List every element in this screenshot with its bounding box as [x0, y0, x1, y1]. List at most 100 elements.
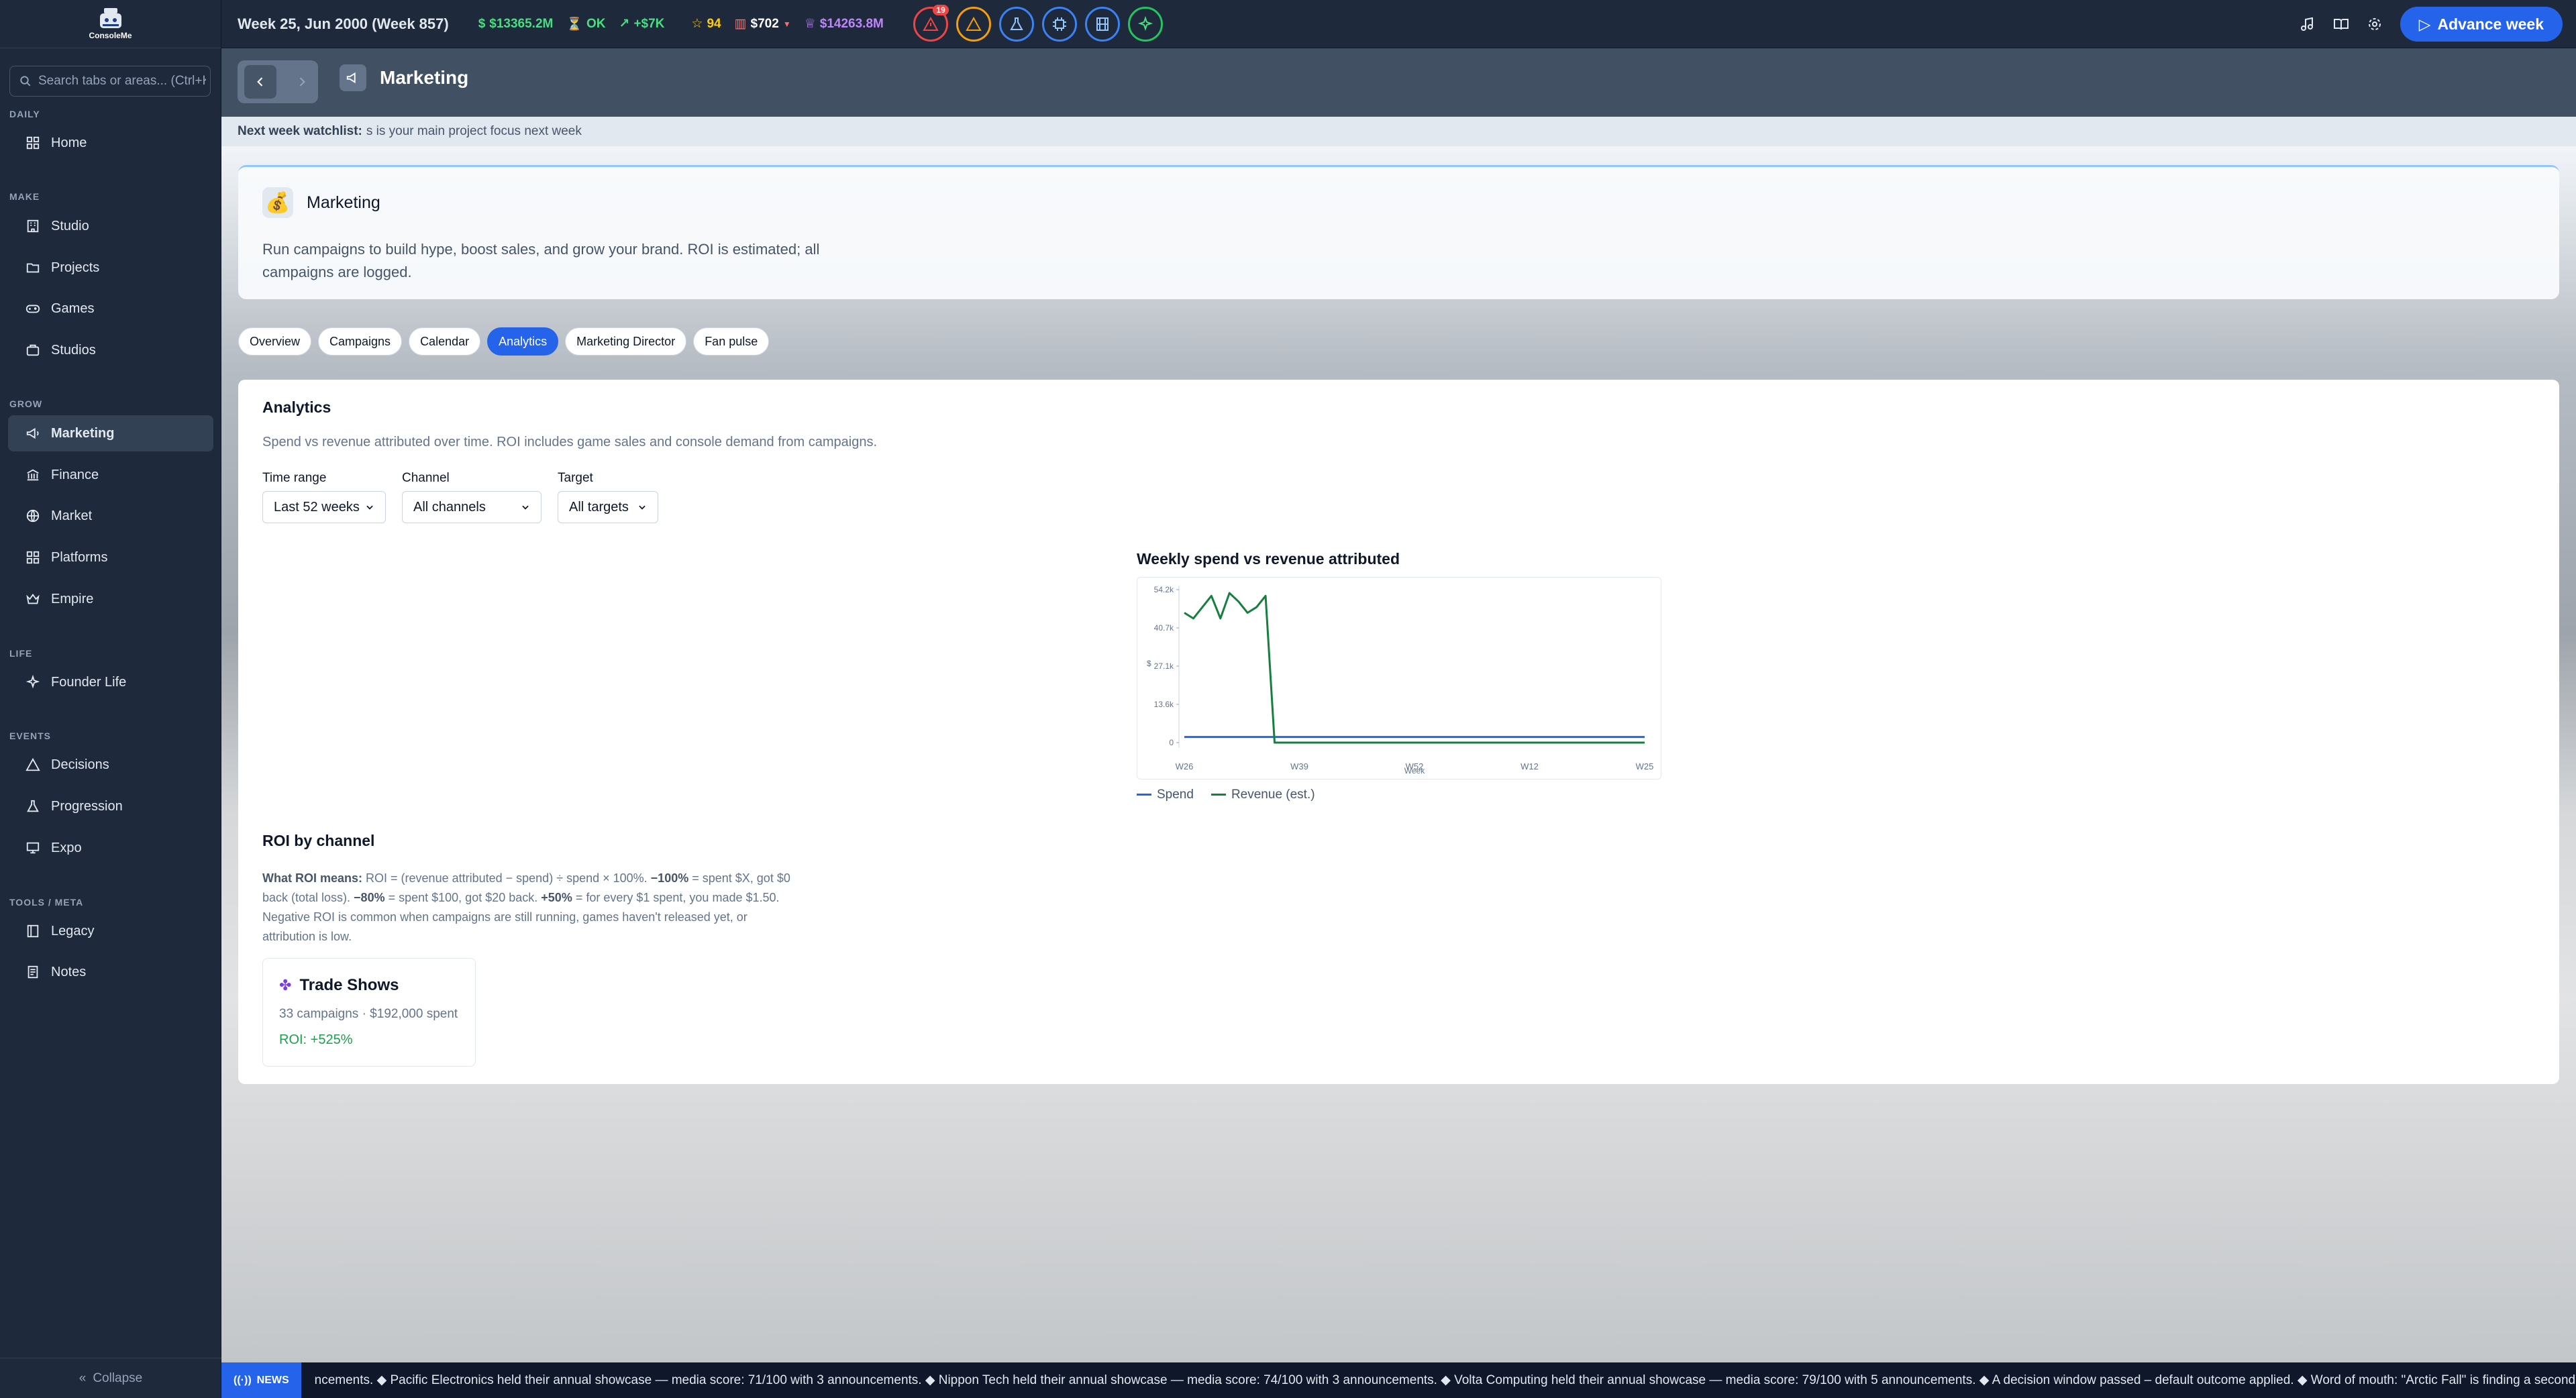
- sidebar-item-projects[interactable]: Projects: [8, 250, 213, 286]
- music-icon[interactable]: [2300, 16, 2316, 32]
- chevrons-left-icon: «: [79, 1370, 87, 1385]
- roi-explain-label: What ROI means:: [262, 871, 363, 885]
- book-icon: [27, 924, 39, 938]
- roi-title: ROI by channel: [262, 832, 375, 849]
- sidebar-item-legacy[interactable]: Legacy: [8, 913, 213, 949]
- hardware-button[interactable]: [1041, 6, 1077, 42]
- intro-title: Marketing: [307, 193, 380, 212]
- tab-calendar[interactable]: Calendar: [409, 327, 481, 356]
- alerts-button[interactable]: 19: [913, 4, 949, 42]
- top-right-actions: ▷ Advance week: [2300, 7, 2563, 42]
- tab-bar: Overview Campaigns Calendar Analytics Ma…: [238, 327, 770, 356]
- section-events: EVENTS: [9, 731, 52, 741]
- bank-icon: [27, 469, 39, 481]
- sidebar-item-home[interactable]: Home: [8, 125, 213, 161]
- tab-analytics[interactable]: Analytics: [487, 327, 559, 356]
- roi-section: ROI by channel What ROI means: ROI = (re…: [262, 832, 799, 947]
- growth-button[interactable]: [1127, 6, 1163, 42]
- search-placeholder: Search tabs or areas... (Ctrl+K): [38, 74, 206, 88]
- page-title-text: Marketing: [380, 67, 469, 88]
- collapse-button[interactable]: « Collapse: [0, 1358, 221, 1398]
- roi-explanation: What ROI means: ROI = (revenue attribute…: [262, 869, 799, 947]
- film-button[interactable]: [1084, 6, 1120, 42]
- chevron-right-icon: [299, 77, 305, 87]
- section-tools: TOOLS / META: [9, 897, 84, 908]
- sidebar-item-label: Progression: [51, 798, 123, 814]
- news-tag[interactable]: ((·)) NEWS: [221, 1362, 301, 1398]
- research-button[interactable]: [998, 6, 1034, 42]
- channel-label: Channel: [402, 471, 450, 485]
- legend-swatch-revenue: [1210, 794, 1226, 796]
- warnings-button[interactable]: [956, 6, 991, 42]
- watchlist-bar: Next week watchlist: s is your main proj…: [221, 117, 2576, 146]
- channel-select[interactable]: All channels: [402, 491, 542, 523]
- tab-campaigns[interactable]: Campaigns: [318, 327, 403, 356]
- y-tick-label: 13.6k: [1154, 700, 1174, 709]
- legend-item-revenue: Revenue (est.): [1210, 788, 1315, 802]
- time-range-select[interactable]: Last 52 weeks: [262, 491, 386, 523]
- top-bar: Week 25, Jun 2000 (Week 857) $ $13365.2M …: [221, 0, 2576, 48]
- sidebar-item-studios[interactable]: Studios: [8, 332, 213, 368]
- sidebar-item-decisions[interactable]: Decisions: [8, 747, 213, 783]
- channel-roi: ROI: +525%: [279, 1032, 353, 1047]
- gear-icon[interactable]: [2367, 16, 2383, 32]
- status-stat[interactable]: ⏳ OK: [566, 16, 605, 32]
- advance-week-label: Advance week: [2437, 15, 2544, 33]
- valuation-stat[interactable]: ♕ $14263.8M: [805, 16, 884, 32]
- caret-down-icon: ▼: [782, 19, 791, 29]
- sparkles-icon: [1137, 15, 1153, 31]
- section-life: LIFE: [9, 648, 33, 659]
- sidebar-item-label: Decisions: [51, 757, 109, 772]
- sidebar-item-founder-life[interactable]: Founder Life: [8, 664, 213, 700]
- sidebar-item-market[interactable]: Market: [8, 498, 213, 534]
- analytics-panel: Analytics Spend vs revenue attributed ov…: [238, 380, 2559, 1084]
- section-grow: GROW: [9, 398, 43, 409]
- money-bag-icon: 💰: [262, 187, 293, 218]
- y-tick-label: 0: [1169, 738, 1174, 747]
- film-icon: [1096, 17, 1109, 31]
- target-select[interactable]: All targets: [558, 491, 658, 523]
- sidebar-item-expo[interactable]: Expo: [8, 830, 213, 866]
- rating-stat[interactable]: ☆ 94: [691, 16, 721, 32]
- sidebar-item-studio[interactable]: Studio: [8, 208, 213, 244]
- tab-fan-pulse[interactable]: Fan pulse: [693, 327, 770, 356]
- crown-icon: ♕: [804, 17, 816, 31]
- x-tick-label: W12: [1521, 761, 1539, 771]
- sidebar-item-games[interactable]: Games: [8, 290, 213, 327]
- rating-value: 94: [707, 16, 721, 31]
- collapse-label: Collapse: [93, 1370, 143, 1385]
- sidebar-item-progression[interactable]: Progression: [8, 788, 213, 824]
- search-input[interactable]: Search tabs or areas... (Ctrl+K): [9, 66, 211, 97]
- back-button[interactable]: [244, 65, 276, 99]
- trend-value: +$7K: [633, 16, 665, 31]
- advance-week-button[interactable]: ▷ Advance week: [2400, 7, 2563, 42]
- tab-overview[interactable]: Overview: [238, 327, 312, 356]
- alert-triangle-icon: [923, 16, 939, 31]
- globe-icon: [26, 509, 40, 523]
- price-stat[interactable]: ▥ $702 ▼: [735, 16, 791, 32]
- cash-stat[interactable]: $ $13365.2M: [478, 17, 554, 32]
- sidebar-item-empire[interactable]: Empire: [8, 581, 213, 617]
- sidebar-item-platforms[interactable]: Platforms: [8, 539, 213, 576]
- crown-icon: [26, 594, 40, 604]
- sidebar-item-finance[interactable]: Finance: [8, 457, 213, 493]
- sidebar-item-label: Expo: [51, 840, 82, 855]
- book-open-icon[interactable]: [2333, 16, 2349, 32]
- sidebar-item-marketing[interactable]: Marketing: [8, 415, 213, 451]
- sidebar-item-notes[interactable]: Notes: [8, 954, 213, 990]
- week-indicator: Week 25, Jun 2000 (Week 857): [238, 15, 449, 32]
- play-icon: ▷: [2418, 15, 2431, 33]
- tab-marketing-director[interactable]: Marketing Director: [565, 327, 687, 356]
- x-tick-label: W39: [1290, 761, 1308, 771]
- forward-button[interactable]: [286, 65, 318, 99]
- channel-card-trade-shows[interactable]: ✤ Trade Shows 33 campaigns · $192,000 sp…: [262, 958, 476, 1067]
- app-logo[interactable]: ConsoleMe: [0, 0, 221, 48]
- chart-title: Weekly spend vs revenue attributed: [1137, 550, 1400, 568]
- section-make: MAKE: [9, 191, 40, 202]
- hourglass-icon: ⏳: [566, 17, 583, 32]
- folder-icon: [26, 263, 40, 273]
- chevron-down-icon: [522, 505, 529, 510]
- legend-swatch-spend: [1137, 794, 1151, 796]
- trend-stat[interactable]: ↗ +$7K: [619, 16, 665, 32]
- time-range-label: Time range: [262, 471, 327, 485]
